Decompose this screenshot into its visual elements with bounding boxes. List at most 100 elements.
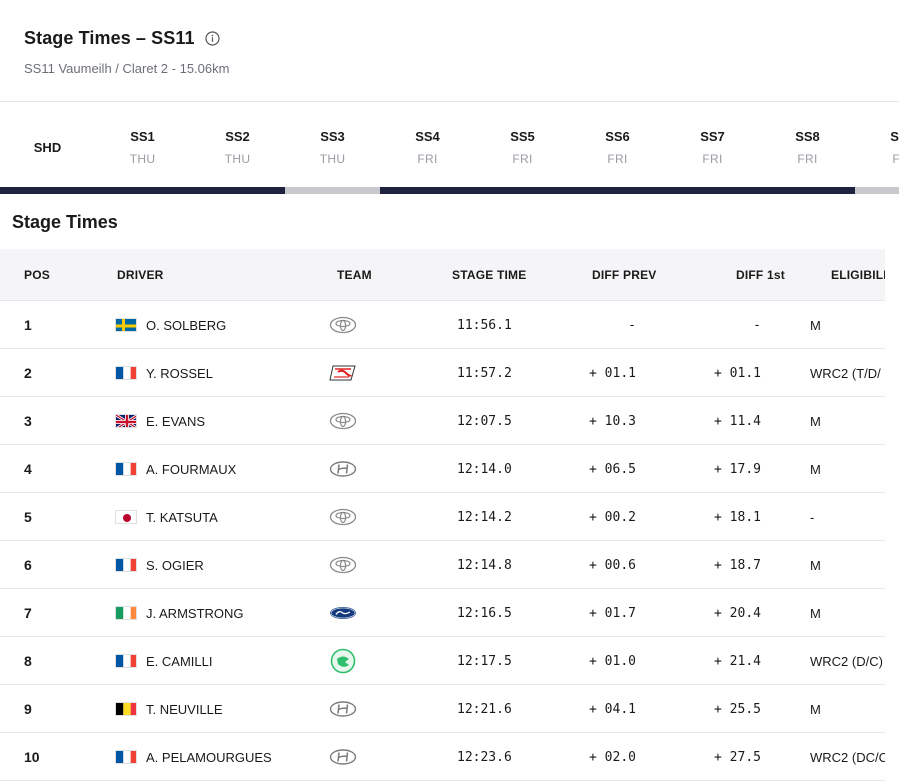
table-row[interactable]: 8 E. CAMILLI 12:17.5 + 01.0 + 21.4 WRC2 (D/C)	[0, 637, 885, 685]
driver-cell[interactable]: O. SOLBERG	[115, 301, 226, 349]
driver-cell[interactable]: J. ARMSTRONG	[115, 589, 244, 637]
header-eligibility[interactable]: ELIGIBILITY	[831, 268, 885, 282]
eligibility: WRC2 (DC/C	[810, 749, 885, 765]
stage-day: FRI	[417, 152, 438, 166]
driver-cell[interactable]: A. PELAMOURGUES	[115, 733, 272, 781]
stage-day: THU	[224, 152, 251, 166]
ps-logo	[328, 349, 358, 397]
header-diff-prev[interactable]: DIFF PREV	[592, 268, 656, 282]
toyota-logo	[328, 301, 358, 349]
stage-progress-bar	[380, 187, 475, 194]
driver-cell[interactable]: S. OGIER	[115, 541, 204, 589]
hyundai-logo	[328, 445, 358, 493]
stage-name: SHD	[33, 140, 62, 155]
table-row[interactable]: 6 S. OGIER 12:14.8 + 00.6 + 18.7 M	[0, 541, 885, 589]
table-row[interactable]: 5 T. KATSUTA 12:14.2 + 00.2 + 18.1 -	[0, 493, 885, 541]
driver-name: A. PELAMOURGUES	[146, 749, 272, 765]
sweden-flag-icon	[115, 318, 137, 332]
stage-progress-bar	[285, 187, 380, 194]
header-diff-1st[interactable]: DIFF 1st	[736, 268, 785, 282]
stage-name: SS9	[890, 129, 899, 144]
ireland-flag-icon	[115, 606, 137, 620]
diff-1st: + 25.5	[714, 701, 761, 717]
header-team[interactable]: TEAM	[337, 268, 372, 282]
stage-time: 12:14.0	[457, 461, 512, 477]
stage-name: SS6	[605, 129, 630, 144]
stage-tab-ss6[interactable]: SS6 FRI	[570, 102, 665, 194]
info-icon[interactable]	[204, 31, 220, 46]
stage-progress-bar	[475, 187, 570, 194]
diff-prev: + 01.1	[589, 365, 636, 381]
diff-1st: + 17.9	[714, 461, 761, 477]
stage-tab-ss7[interactable]: SS7 FRI	[665, 102, 760, 194]
stage-name: SS4	[415, 129, 440, 144]
stage-selector: SHD SS1 THU SS2 THU SS3 THU SS4 FRI SS5 FRI SS6 FRI S…	[0, 102, 899, 194]
eligibility: M	[810, 317, 821, 333]
driver-name: Y. ROSSEL	[146, 365, 213, 381]
stage-progress-bar	[190, 187, 285, 194]
header-pos[interactable]: POS	[24, 268, 50, 282]
japan-flag-icon	[115, 510, 137, 524]
table-row[interactable]: 1 O. SOLBERG 11:56.1 - - M	[0, 301, 885, 349]
stage-progress-bar	[0, 187, 95, 194]
stage-times-table: POS DRIVER TEAM STAGE TIME DIFF PREV DIF…	[0, 249, 885, 781]
stage-tab-ss2[interactable]: SS2 THU	[190, 102, 285, 194]
france-flag-icon	[115, 366, 137, 380]
driver-name: A. FOURMAUX	[146, 461, 237, 477]
stage-subtitle: SS11 Vaumeilh / Claret 2 - 15.06km	[24, 61, 230, 76]
stage-tab-ss1[interactable]: SS1 THU	[95, 102, 190, 194]
diff-prev: + 10.3	[589, 413, 636, 429]
stage-time: 12:14.8	[457, 557, 512, 573]
stage-tab-ss9[interactable]: SS9 FRI	[855, 102, 899, 194]
stage-name: SS8	[795, 129, 820, 144]
section-title: Stage Times	[12, 212, 118, 232]
diff-1st: + 20.4	[714, 605, 761, 621]
diff-prev: + 01.7	[589, 605, 636, 621]
driver-name: J. ARMSTRONG	[146, 605, 244, 621]
eligibility: M	[810, 557, 821, 573]
driver-cell[interactable]: T. NEUVILLE	[115, 685, 223, 733]
driver-cell[interactable]: Y. ROSSEL	[115, 349, 213, 397]
diff-prev: -	[628, 317, 636, 333]
stage-name: SS5	[510, 129, 535, 144]
position: 4	[24, 461, 32, 477]
driver-cell[interactable]: T. KATSUTA	[115, 493, 218, 541]
table-header: POS DRIVER TEAM STAGE TIME DIFF PREV DIF…	[0, 249, 885, 301]
diff-1st: + 21.4	[714, 653, 761, 669]
table-row[interactable]: 3 E. EVANS 12:07.5 + 10.3 + 11.4 M	[0, 397, 885, 445]
stage-progress-bar	[855, 187, 899, 194]
table-row[interactable]: 7 J. ARMSTRONG 12:16.5 + 01.7 + 20.4 M	[0, 589, 885, 637]
stage-tab-ss8[interactable]: SS8 FRI	[760, 102, 855, 194]
hyundai-logo	[328, 733, 358, 781]
position: 6	[24, 557, 32, 573]
driver-cell[interactable]: E. EVANS	[115, 397, 205, 445]
diff-prev: + 04.1	[589, 701, 636, 717]
toyota-logo	[328, 541, 358, 589]
driver-name: S. OGIER	[146, 557, 204, 573]
diff-1st: + 18.1	[714, 509, 761, 525]
france-flag-icon	[115, 462, 137, 476]
driver-cell[interactable]: E. CAMILLI	[115, 637, 212, 685]
stage-time: 12:16.5	[457, 605, 512, 621]
france-flag-icon	[115, 558, 137, 572]
france-flag-icon	[115, 750, 137, 764]
table-row[interactable]: 2 Y. ROSSEL 11:57.2 + 01.1 + 01.1 WRC2 (T/D/	[0, 349, 885, 397]
stage-day: FRI	[512, 152, 533, 166]
table-row[interactable]: 10 A. PELAMOURGUES 12:23.6 + 02.0 + 27.5 WRC2…	[0, 733, 885, 781]
header-stage-time[interactable]: STAGE TIME	[452, 268, 526, 282]
table-row[interactable]: 4 A. FOURMAUX 12:14.0 + 06.5 + 17.9 M	[0, 445, 885, 493]
stage-tab-ss5[interactable]: SS5 FRI	[475, 102, 570, 194]
driver-name: E. EVANS	[146, 413, 206, 429]
driver-cell[interactable]: A. FOURMAUX	[115, 445, 236, 493]
position: 9	[24, 701, 32, 717]
stage-tab-ss3[interactable]: SS3 THU	[285, 102, 380, 194]
stage-tab-shd[interactable]: SHD	[0, 102, 95, 194]
position: 10	[24, 749, 40, 765]
table-row[interactable]: 9 T. NEUVILLE 12:21.6 + 04.1 + 25.5 M	[0, 685, 885, 733]
diff-1st: + 01.1	[714, 365, 761, 381]
uk-flag-icon	[115, 414, 137, 428]
eligibility: M	[810, 605, 821, 621]
hyundai-logo	[328, 685, 358, 733]
stage-tab-ss4[interactable]: SS4 FRI	[380, 102, 475, 194]
header-driver[interactable]: DRIVER	[117, 268, 164, 282]
